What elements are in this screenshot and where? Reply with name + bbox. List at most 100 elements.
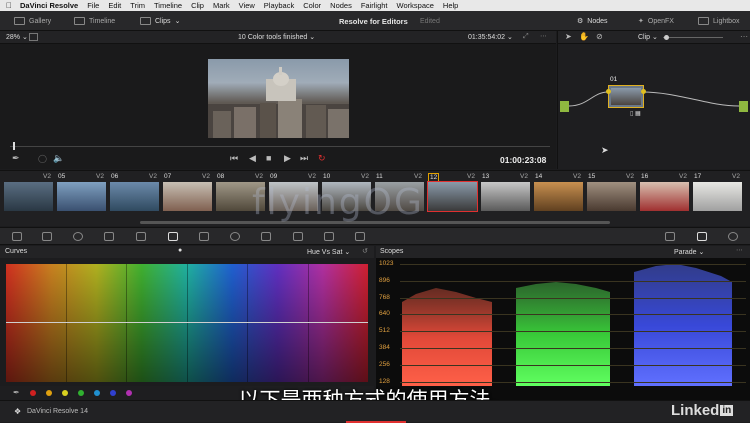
sizing-icon[interactable]: [355, 232, 365, 241]
volume-icon[interactable]: 🔈: [53, 153, 64, 164]
gallery-button[interactable]: Gallery: [14, 11, 51, 31]
lightbox-button[interactable]: Lightbox: [698, 11, 739, 31]
clip-thumbnail[interactable]: 17 V2: [691, 171, 744, 227]
timeline-name-dropdown[interactable]: 10 Color tools finished ⌄: [238, 33, 315, 41]
info-icon[interactable]: [728, 232, 738, 241]
skip-end-icon[interactable]: ⏭: [300, 153, 308, 164]
viewer-layout-icon[interactable]: [29, 33, 38, 41]
brand-text: Linked: [671, 402, 720, 419]
clip-thumbnail[interactable]: V2: [2, 171, 55, 227]
scope-grid-line: [400, 280, 746, 282]
menu-item-mark[interactable]: Mark: [213, 1, 230, 10]
chevron-down-icon: ⌄: [21, 34, 28, 41]
clip-thumbnail[interactable]: 06 V2: [108, 171, 161, 227]
key-icon[interactable]: [324, 232, 334, 241]
menu-item-clip[interactable]: Clip: [191, 1, 204, 10]
scopes-icon[interactable]: [697, 232, 707, 241]
menu-item-fairlight[interactable]: Fairlight: [361, 1, 388, 10]
clip-thumbnail[interactable]: 15 V2: [585, 171, 638, 227]
node-mode-dropdown[interactable]: Clip ⌄: [638, 33, 658, 41]
eyedropper-icon[interactable]: ✒: [12, 153, 20, 164]
clip-number: 15: [588, 173, 596, 180]
color-node[interactable]: [608, 85, 644, 108]
play-reverse-icon[interactable]: ◀: [249, 153, 256, 164]
node-input-port[interactable]: [606, 89, 611, 94]
bypass-icon[interactable]: ⊘: [596, 32, 603, 41]
mask-icon[interactable]: ◯: [38, 154, 47, 163]
curve-mode-dropdown[interactable]: Hue Vs Sat ⌄: [307, 248, 350, 256]
play-icon[interactable]: ▶: [284, 153, 291, 164]
node-output-port[interactable]: [641, 89, 646, 94]
node-status-icons: ▯ ▦: [630, 111, 641, 117]
color-tools-icon[interactable]: [665, 232, 675, 241]
curves-icon[interactable]: [168, 232, 178, 241]
clip-thumbnail[interactable]: 12 V2: [426, 171, 479, 227]
more-options-icon[interactable]: ⋯: [736, 246, 743, 254]
clip-thumbnail[interactable]: 07 V2: [161, 171, 214, 227]
menu-item-playback[interactable]: Playback: [264, 1, 294, 10]
timeline-button[interactable]: Timeline: [74, 11, 115, 31]
menu-item-nodes[interactable]: Nodes: [330, 1, 352, 10]
grid-line: [247, 264, 248, 382]
stop-icon[interactable]: ■: [266, 153, 271, 163]
scope-grid-line: [400, 264, 746, 265]
menu-item-trim[interactable]: Trim: [130, 1, 145, 10]
menu-item-edit[interactable]: Edit: [108, 1, 121, 10]
clip-thumbnail[interactable]: 13 V2: [479, 171, 532, 227]
clip-image: [534, 182, 583, 211]
menu-item-help[interactable]: Help: [443, 1, 458, 10]
zoom-dropdown[interactable]: 28% ⌄: [6, 33, 28, 41]
menu-item-workspace[interactable]: Workspace: [397, 1, 434, 10]
skip-start-icon[interactable]: ⏮: [230, 153, 238, 164]
clip-thumbnail[interactable]: 14 V2: [532, 171, 585, 227]
clip-track: V2: [149, 173, 157, 180]
tracker-icon[interactable]: [261, 232, 271, 241]
timeline-label: Timeline: [89, 17, 116, 25]
clips-dropdown[interactable]: Clips ⌄: [140, 11, 180, 31]
clip-thumbnail[interactable]: 16 V2: [638, 171, 691, 227]
loop-icon[interactable]: ↻: [318, 153, 326, 164]
color-wheels-icon[interactable]: [73, 232, 83, 241]
scope-grid-line: [400, 314, 746, 316]
menu-item-color[interactable]: Color: [303, 1, 321, 10]
clip-thumbnail[interactable]: 05 V2: [55, 171, 108, 227]
page-dot-icon[interactable]: ●: [178, 247, 182, 254]
timeline-icon: [74, 17, 85, 25]
pointer-tool-icon[interactable]: ➤: [565, 32, 572, 41]
scrubber-track[interactable]: [10, 146, 550, 147]
curve-line[interactable]: [6, 322, 368, 323]
scope-mode-dropdown[interactable]: Parade ⌄: [674, 248, 704, 256]
hue-vs-sat-curve-graph[interactable]: [6, 264, 368, 382]
scope-tick-label: 1023: [379, 260, 394, 267]
rgb-mixer-icon[interactable]: [104, 232, 114, 241]
color-match-icon[interactable]: [42, 232, 52, 241]
lightbox-icon: [698, 17, 709, 25]
menu-item-file[interactable]: File: [87, 1, 99, 10]
motion-effects-icon[interactable]: [136, 232, 146, 241]
reset-icon[interactable]: ↺: [362, 247, 368, 255]
fullscreen-icon[interactable]: ⤢: [523, 33, 529, 41]
qualifier-icon[interactable]: [199, 232, 209, 241]
app-menu[interactable]: DaVinci Resolve: [20, 1, 78, 10]
menu-item-timeline[interactable]: Timeline: [154, 1, 182, 10]
openfx-button[interactable]: ✦ OpenFX: [638, 11, 674, 31]
viewer-frame: [208, 59, 349, 138]
more-options-icon[interactable]: ⋯: [540, 32, 547, 40]
hand-tool-icon[interactable]: ✋: [579, 32, 589, 41]
playhead[interactable]: [13, 142, 15, 150]
apple-icon[interactable]: : [6, 1, 12, 10]
blur-icon[interactable]: [293, 232, 303, 241]
openfx-icon: ✦: [638, 18, 644, 25]
node-zoom-slider[interactable]: [663, 37, 723, 38]
clip-track: V2: [732, 173, 740, 180]
zoom-value: 28%: [6, 34, 21, 41]
node-zoom-handle[interactable]: [664, 35, 669, 40]
clip-number: 13: [482, 173, 490, 180]
nodes-button[interactable]: ⚙ Nodes: [577, 11, 608, 31]
window-icon[interactable]: [230, 232, 240, 241]
menu-item-view[interactable]: View: [239, 1, 255, 10]
camera-raw-icon[interactable]: [12, 232, 22, 241]
more-options-icon[interactable]: ⋯: [740, 32, 748, 41]
curves-header: Curves ● Hue Vs Sat ⌄ ↺: [0, 246, 374, 258]
gallery-icon: [14, 17, 25, 25]
